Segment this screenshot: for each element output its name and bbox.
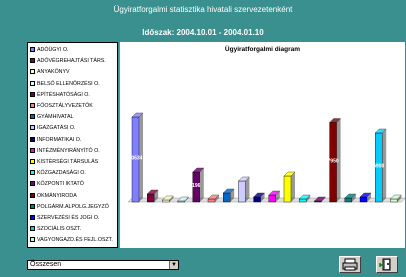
legend-label: IGAZGATÁSI O. bbox=[37, 125, 76, 132]
legend-swatch bbox=[30, 103, 35, 109]
legend-swatch bbox=[30, 203, 35, 209]
legend-item: SZOCIÁLIS OSZT. bbox=[30, 225, 81, 234]
legend-item: VAGYONGAZD.ÉS FEJL.OSZT. bbox=[30, 236, 113, 245]
legend-label: POLGÁRM.ALPOLG.JEGYZŐ bbox=[37, 203, 109, 210]
legend-label: KISTÉRSÉGI TÁRSULÁS bbox=[37, 159, 99, 165]
exit-door-icon bbox=[379, 258, 391, 271]
legend-item: KÖZGAZDASÁGI O. bbox=[30, 169, 86, 178]
legend-swatch bbox=[30, 91, 35, 97]
legend-label: KÖZGAZDASÁGI O. bbox=[37, 170, 86, 177]
legend-label: GYÁMHIVATAL bbox=[37, 114, 74, 121]
report-period: Időszak: 2004.10.01 - 2004.01.10 bbox=[142, 28, 264, 37]
legend-swatch bbox=[30, 159, 35, 165]
chart-bar bbox=[283, 171, 296, 203]
bar-value-label: 7950 bbox=[328, 158, 339, 164]
legend-label: ÉPÍTÉSHATÓSÁGI O. bbox=[37, 91, 90, 98]
legend-swatch bbox=[30, 125, 35, 131]
chart-panel: Ügyiratforgalmi diagram 10634 196 7950 6900 bbox=[119, 42, 405, 248]
legend-label: VAGYONGAZD.ÉS FEJL.OSZT. bbox=[37, 237, 113, 244]
legend-item: ADÓÜGYI O. bbox=[30, 46, 69, 55]
legend-label: FŐOSZTÁLYVEZETŐK bbox=[37, 103, 93, 109]
legend-item: BELSŐ ELLENŐRZÉSI O. bbox=[30, 80, 100, 89]
legend-swatch bbox=[30, 114, 35, 120]
legend-item: KÖZPONTI IKTATÓ bbox=[30, 180, 84, 189]
legend-label: SZERVEZÉSI ÉS JOGI O. bbox=[37, 215, 100, 221]
legend-label: INFORMATIKAI O. bbox=[37, 136, 82, 143]
legend-swatch bbox=[30, 226, 35, 232]
legend-label: ANYAKÖNYV bbox=[37, 69, 70, 76]
legend-item: FŐOSZTÁLYVEZETŐK bbox=[30, 102, 93, 111]
legend-item: ÉPÍTÉSHATÓSÁGI O. bbox=[30, 91, 90, 100]
legend-label: KÖZPONTI IKTATÓ bbox=[37, 181, 84, 188]
legend-swatch bbox=[30, 47, 35, 53]
legend-swatch bbox=[30, 170, 35, 176]
bar-value-label: 6900 bbox=[373, 164, 384, 170]
legend-label: ADÓVÉGREHAJTÁSI TÁRS. bbox=[37, 58, 106, 65]
legend-item: IGAZGATÁSI O. bbox=[30, 124, 75, 133]
legend-item: SZERVEZÉSI ÉS JOGI O. bbox=[30, 214, 99, 223]
legend-swatch bbox=[30, 192, 35, 198]
legend-label: ADÓÜGYI O. bbox=[37, 47, 69, 53]
legend-label: INTÉZMÉNYIRÁNYÍTÓ O. bbox=[37, 147, 100, 154]
legend-item: OKMÁNYIRODA bbox=[30, 192, 77, 201]
legend-item: INFORMATIKAI O. bbox=[30, 136, 81, 145]
legend-label: OKMÁNYIRODA bbox=[37, 192, 77, 199]
legend-swatch bbox=[30, 147, 35, 153]
legend-label: BELSŐ ELLENŐRZÉSI O. bbox=[37, 80, 100, 87]
chart-legend: ADÓÜGYI O. ADÓVÉGREHAJTÁSI TÁRS. ANYAKÖNYV… bbox=[27, 42, 118, 248]
legend-item: KISTÉRSÉGI TÁRSULÁS bbox=[30, 158, 98, 167]
exit-button[interactable] bbox=[376, 256, 398, 273]
report-title: Ügyiratforgalmi statisztika hivatali sze… bbox=[113, 5, 293, 14]
print-button[interactable] bbox=[339, 256, 361, 273]
legend-item: GYÁMHIVATAL bbox=[30, 113, 74, 122]
legend-item: ADÓVÉGREHAJTÁSI TÁRS. bbox=[30, 57, 106, 66]
legend-item: POLGÁRM.ALPOLG.JEGYZŐ bbox=[30, 203, 109, 212]
bar-value-label: 10634 bbox=[129, 156, 143, 162]
legend-swatch bbox=[30, 181, 35, 187]
printer-icon bbox=[342, 258, 358, 271]
select-value: Összesen bbox=[30, 261, 62, 268]
chevron-down-icon[interactable]: ▼ bbox=[169, 261, 178, 269]
legend-swatch bbox=[30, 80, 35, 86]
bar-chart: 10634 196 7950 6900 bbox=[127, 112, 405, 203]
legend-label: SZOCIÁLIS OSZT. bbox=[37, 226, 82, 233]
chart-bar bbox=[237, 176, 250, 203]
bar-value-label: 196 bbox=[192, 183, 201, 189]
legend-swatch bbox=[30, 237, 35, 243]
legend-swatch bbox=[30, 215, 35, 221]
legend-item: INTÉZMÉNYIRÁNYÍTÓ O. bbox=[30, 147, 100, 156]
legend-swatch bbox=[30, 69, 35, 75]
legend-swatch bbox=[30, 136, 35, 142]
legend-item: ANYAKÖNYV bbox=[30, 68, 70, 77]
organization-select[interactable]: Összesen ▼ bbox=[27, 260, 179, 270]
legend-swatch bbox=[30, 58, 35, 64]
